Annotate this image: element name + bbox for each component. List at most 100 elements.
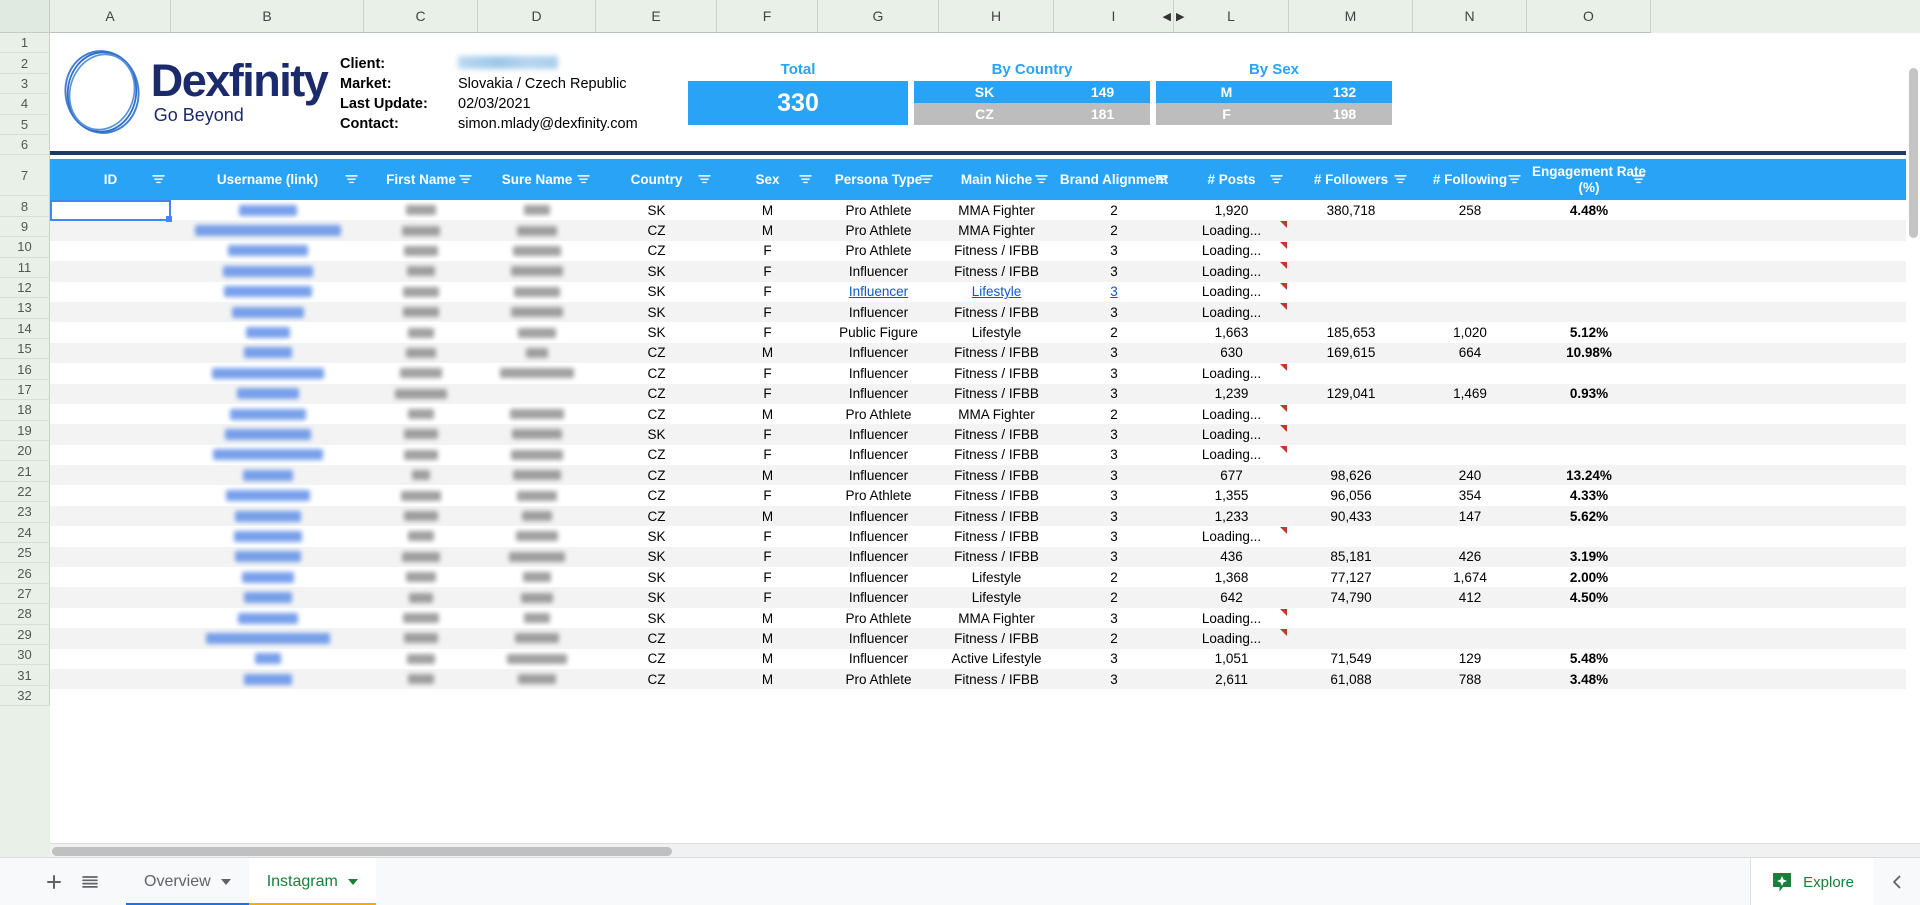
cell-country[interactable]: CZ: [596, 628, 717, 648]
column-header-d[interactable]: D: [478, 0, 596, 33]
cell-id[interactable]: [50, 608, 171, 628]
row-header-10[interactable]: 10: [0, 237, 50, 258]
cell-engagement-rate[interactable]: 13.24%: [1527, 465, 1651, 485]
cell-username[interactable]: [171, 506, 364, 526]
hidden-columns-right-arrow[interactable]: ▶: [1176, 0, 1184, 32]
cell-sure-name[interactable]: [478, 282, 596, 302]
table-row[interactable]: SK F Influencer Fitness / IFBB 3 436 85,181 426…: [50, 546, 1920, 568]
cell-posts[interactable]: Loading...: [1174, 302, 1289, 322]
cell-followers[interactable]: [1289, 241, 1413, 261]
cell-sure-name[interactable]: [478, 384, 596, 404]
cell-username[interactable]: [171, 485, 364, 505]
cell-posts[interactable]: Loading...: [1174, 282, 1289, 302]
column-header-following[interactable]: # Following: [1413, 159, 1527, 200]
cell-country[interactable]: CZ: [596, 343, 717, 363]
cell-username[interactable]: [171, 445, 364, 465]
cell-sure-name[interactable]: [478, 608, 596, 628]
cell-posts[interactable]: Loading...: [1174, 445, 1289, 465]
row-header-2[interactable]: 2: [0, 53, 50, 74]
cell-engagement-rate[interactable]: 0.93%: [1527, 384, 1651, 404]
cell-username[interactable]: [171, 587, 364, 607]
cell-following[interactable]: 664: [1413, 343, 1527, 363]
cell-comment-flag-icon[interactable]: [1280, 302, 1287, 310]
table-row[interactable]: SK F Influencer Lifestyle 2 1,368 77,127 1,674 2…: [50, 567, 1920, 588]
cell-comment-flag-icon[interactable]: [1280, 262, 1287, 270]
cell-main-niche[interactable]: Fitness / IFBB: [939, 241, 1054, 261]
cell-followers[interactable]: 380,718: [1289, 200, 1413, 220]
plus-icon[interactable]: [36, 864, 72, 900]
cell-id[interactable]: [50, 567, 171, 587]
cell-following[interactable]: 412: [1413, 587, 1527, 607]
cell-persona-type[interactable]: Influencer: [818, 445, 939, 465]
cell-username[interactable]: [171, 302, 364, 322]
row-header-16[interactable]: 16: [0, 359, 50, 380]
cell-posts[interactable]: Loading...: [1174, 241, 1289, 261]
cell-brand-alignment[interactable]: 2: [1054, 404, 1174, 424]
row-header-19[interactable]: 19: [0, 420, 50, 442]
sheet-canvas[interactable]: Dexfinity Go Beyond Client: Market: Slovak…: [50, 33, 1920, 857]
cell-brand-alignment[interactable]: 2: [1054, 200, 1174, 220]
cell-engagement-rate[interactable]: [1527, 608, 1651, 628]
column-header-brand-alignment[interactable]: Brand Alignment: [1054, 159, 1174, 200]
cell-comment-flag-icon[interactable]: [1280, 282, 1287, 290]
cell-username[interactable]: [171, 384, 364, 404]
cell-sure-name[interactable]: [478, 424, 596, 444]
select-all-corner[interactable]: [0, 0, 50, 33]
cell-followers[interactable]: [1289, 220, 1413, 240]
cell-username[interactable]: [171, 241, 364, 261]
cell-comment-flag-icon[interactable]: [1280, 404, 1287, 412]
cell-id[interactable]: [50, 363, 171, 383]
cell-main-niche[interactable]: Fitness / IFBB: [939, 628, 1054, 648]
cell-engagement-rate[interactable]: [1527, 526, 1651, 546]
row-header-20[interactable]: 20: [0, 441, 50, 462]
cell-main-niche[interactable]: Active Lifestyle: [939, 649, 1054, 669]
cell-sure-name[interactable]: [478, 669, 596, 689]
cell-id[interactable]: [50, 282, 171, 302]
cell-sex[interactable]: F: [717, 547, 818, 567]
cell-followers[interactable]: 185,653: [1289, 322, 1413, 342]
cell-id[interactable]: [50, 302, 171, 322]
cell-sex[interactable]: M: [717, 404, 818, 424]
cell-first-name[interactable]: [364, 485, 478, 505]
cell-first-name[interactable]: [364, 241, 478, 261]
table-row[interactable]: SK F Influencer Fitness / IFBB 3 Loading...: [50, 301, 1920, 323]
cell-engagement-rate[interactable]: 4.50%: [1527, 587, 1651, 607]
cell-id[interactable]: [50, 485, 171, 505]
cell-followers[interactable]: 71,549: [1289, 649, 1413, 669]
cell-first-name[interactable]: [364, 465, 478, 485]
cell-following[interactable]: [1413, 282, 1527, 302]
cell-followers[interactable]: 90,433: [1289, 506, 1413, 526]
cell-country[interactable]: CZ: [596, 506, 717, 526]
cell-first-name[interactable]: [364, 343, 478, 363]
column-header-main-niche[interactable]: Main Niche: [939, 159, 1054, 200]
cell-posts[interactable]: 1,920: [1174, 200, 1289, 220]
row-header-1[interactable]: 1: [0, 33, 50, 54]
cell-first-name[interactable]: [364, 628, 478, 648]
cell-username[interactable]: [171, 261, 364, 281]
cell-first-name[interactable]: [364, 200, 478, 220]
cell-first-name[interactable]: [364, 322, 478, 342]
cell-sex[interactable]: M: [717, 220, 818, 240]
column-header-followers[interactable]: # Followers: [1289, 159, 1413, 200]
row-header-12[interactable]: 12: [0, 277, 50, 299]
cell-followers[interactable]: 74,790: [1289, 587, 1413, 607]
row-header-24[interactable]: 24: [0, 522, 50, 543]
cell-sure-name[interactable]: [478, 526, 596, 546]
cell-first-name[interactable]: [364, 567, 478, 587]
cell-following[interactable]: [1413, 363, 1527, 383]
cell-country[interactable]: SK: [596, 200, 717, 220]
column-header-first-name[interactable]: First Name: [364, 159, 478, 200]
cell-username[interactable]: [171, 669, 364, 689]
cell-following[interactable]: 240: [1413, 465, 1527, 485]
cell-sure-name[interactable]: [478, 363, 596, 383]
row-header-22[interactable]: 22: [0, 481, 50, 503]
cell-followers[interactable]: [1289, 424, 1413, 444]
table-row[interactable]: CZ F Influencer Fitness / IFBB 3 1,239 129,041…: [50, 383, 1920, 404]
cell-username[interactable]: [171, 343, 364, 363]
cell-persona-type[interactable]: Influencer: [818, 628, 939, 648]
chevron-down-icon[interactable]: [347, 878, 358, 885]
cell-main-niche[interactable]: Fitness / IFBB: [939, 363, 1054, 383]
cell-sure-name[interactable]: [478, 628, 596, 648]
cell-persona-type[interactable]: Influencer: [818, 567, 939, 587]
cell-posts[interactable]: Loading...: [1174, 261, 1289, 281]
